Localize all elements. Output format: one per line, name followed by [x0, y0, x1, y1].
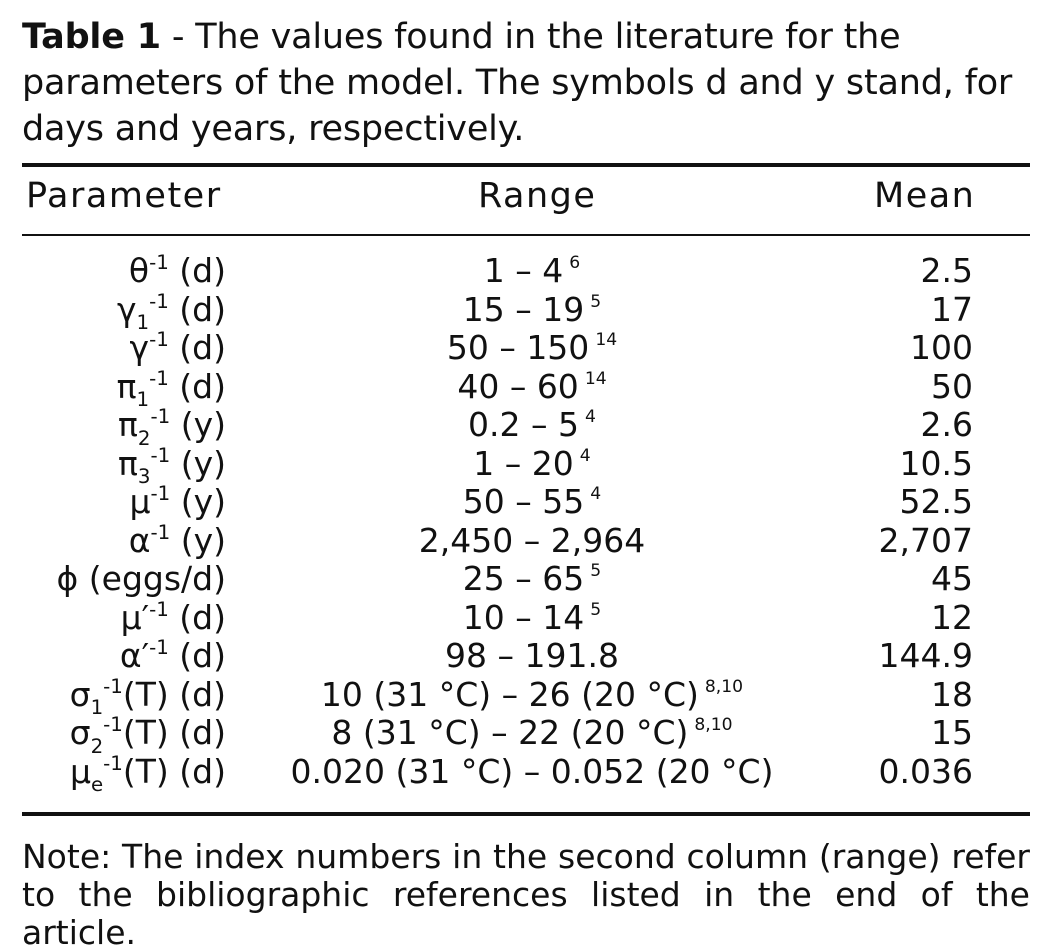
range-value: 25 – 65	[462, 559, 585, 598]
mean-cell: 2.5	[920, 251, 973, 290]
mean-cell: 10.5	[899, 443, 973, 483]
reference-index: 14	[584, 368, 607, 389]
table-row: α-1 (y) 2,450 – 2,964 2,707	[22, 520, 1030, 561]
range-value: 15 – 19	[462, 289, 585, 329]
table-row: ϕ (eggs/d) 25 – 65 5 45	[22, 560, 1030, 599]
range-value: 0.020 (31 °C) – 0.052 (20 °C)	[290, 751, 774, 791]
bottom-rule	[22, 812, 1030, 816]
table-body: θ-1 (d) 1 – 4 6 2.5 γ1-1 (d) 15 – 19 5 17 γ-1 (d…	[22, 252, 1030, 795]
range-cell: 0.2 – 54	[22, 406, 1042, 444]
table-row: μe-1(T) (d) 0.020 (31 °C) – 0.052 (20 °C)…	[22, 751, 1030, 795]
range-value: 0.2 – 5	[468, 405, 580, 444]
top-rule	[22, 163, 1030, 167]
table-row: γ1-1 (d) 15 – 19 5 17	[22, 289, 1030, 333]
reference-index: 14	[595, 330, 618, 351]
range-cell: 15 – 19 5	[22, 289, 1042, 329]
range-cell: 25 – 65 5	[22, 560, 1042, 598]
table-label: Table 1	[22, 17, 161, 57]
range-cell: 10 – 14 5	[22, 597, 1042, 637]
range-value: 40 – 60	[457, 366, 579, 406]
header-mean: Mean	[874, 176, 976, 216]
table-row: μ-1 (y) 50 – 55 4 52.5	[22, 483, 1030, 522]
mean-cell: 144.9	[878, 636, 973, 675]
range-cell: 40 – 60 14	[22, 366, 1042, 406]
table-row: σ1-1(T) (d) 10 (31 °C) – 26 (20 °C) 8,10 18	[22, 674, 1030, 718]
reference-index: 4	[579, 445, 591, 466]
mean-cell: 2,707	[878, 520, 973, 560]
reference-index: 6	[569, 253, 581, 274]
range-value: 10 (31 °C) – 26 (20 °C)	[320, 674, 699, 714]
range-value: 10 – 14	[462, 597, 585, 637]
range-cell: 8 (31 °C) – 22 (20 °C) 8,10	[22, 714, 1042, 752]
range-value: 8 (31 °C) – 22 (20 °C)	[331, 713, 689, 752]
mean-cell: 50	[931, 366, 973, 406]
table-row: θ-1 (d) 1 – 4 6 2.5	[22, 252, 1030, 291]
range-cell: 50 – 150 14	[22, 329, 1042, 367]
range-value: 1 – 4	[483, 251, 564, 290]
reference-index: 8,10	[704, 676, 744, 697]
range-value: 50 – 150	[446, 328, 590, 367]
table-row: μ′-1 (d) 10 – 14 5 12	[22, 597, 1030, 638]
reference-index: 5	[590, 599, 602, 620]
reference-index: 4	[590, 484, 602, 505]
table-note: Note: The index numbers in the second co…	[22, 837, 1030, 952]
range-value: 1 – 20	[473, 443, 574, 483]
reference-index: 5	[590, 291, 602, 312]
range-value: 50 – 55	[462, 482, 585, 521]
header-parameter: Parameter	[26, 176, 222, 216]
range-value: 2,450 – 2,964	[418, 520, 646, 560]
range-value: 98 – 191.8	[445, 636, 619, 675]
range-cell: 1 – 20 4	[22, 443, 1042, 483]
header-rule	[22, 234, 1030, 236]
mean-cell: 15	[931, 713, 973, 752]
reference-index: 5	[590, 561, 602, 582]
mean-cell: 17	[931, 289, 973, 329]
table-row: π2-1 (y) 0.2 – 5 4 2.6	[22, 405, 1030, 449]
range-cell: 1 – 46	[22, 252, 1042, 290]
table-row: α′-1 (d) 98 – 191.8 144.9	[22, 637, 1030, 676]
caption-text: - The values found in the literature for…	[22, 17, 1013, 149]
mean-cell: 52.5	[899, 482, 973, 521]
mean-cell: 100	[910, 328, 973, 367]
table-caption: Table 1 - The values found in the litera…	[22, 14, 1030, 152]
reference-index: 8,10	[694, 715, 733, 736]
mean-cell: 12	[931, 597, 973, 637]
range-cell: 10 (31 °C) – 26 (20 °C) 8,10	[22, 674, 1042, 714]
table-row: π1-1 (d) 40 – 60 14 50	[22, 366, 1030, 410]
mean-cell: 18	[931, 674, 973, 714]
header-range: Range	[478, 176, 597, 216]
table-row: π3-1 (y) 1 – 20 4 10.5	[22, 443, 1030, 487]
reference-index: 4	[585, 407, 596, 428]
range-cell: 50 – 55 4	[22, 483, 1042, 521]
table-row: σ2-1(T) (d) 8 (31 °C) – 22 (20 °C) 8,10 15	[22, 713, 1030, 757]
mean-cell: 45	[931, 559, 973, 598]
table-row: γ-1 (d) 50 – 150 14 100	[22, 329, 1030, 368]
mean-cell: 2.6	[920, 405, 973, 444]
mean-cell: 0.036	[878, 751, 973, 791]
